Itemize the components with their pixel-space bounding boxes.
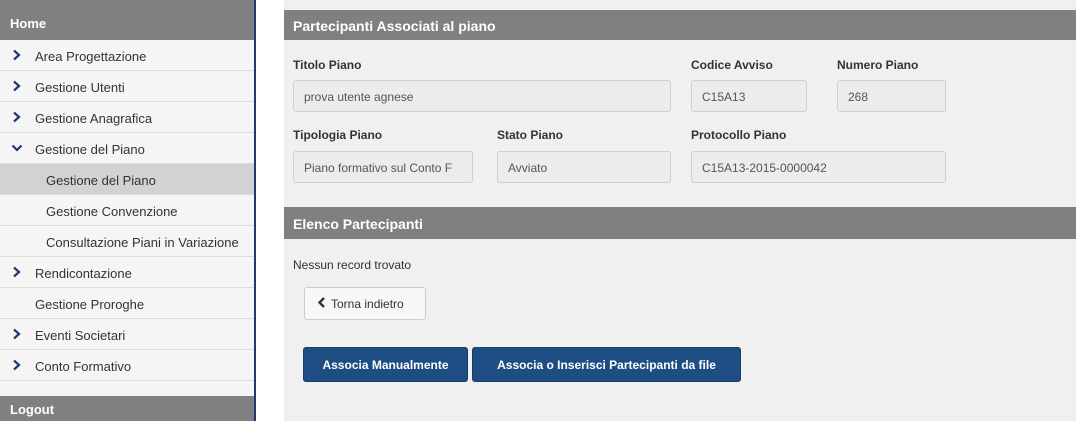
chevron-right-icon: [11, 359, 23, 371]
sidebar-item-rendicontazione[interactable]: Rendicontazione: [0, 257, 254, 288]
sidebar-subitem-gestione-convenzione[interactable]: Gestione Convenzione: [0, 195, 254, 226]
chevron-right-icon: [11, 49, 23, 61]
titolo-piano-label: Titolo Piano: [293, 58, 362, 72]
stato-piano-field: Avviato: [497, 151, 671, 183]
sidebar-item-area-progettazione[interactable]: Area Progettazione: [0, 40, 254, 71]
sidebar-logout[interactable]: Logout: [0, 396, 254, 421]
codice-avviso-label: Codice Avviso: [691, 58, 773, 72]
sidebar-item-gestione-utenti[interactable]: Gestione Utenti: [0, 71, 254, 102]
sidebar-item-label: Eventi Societari: [35, 328, 126, 343]
protocollo-piano-label: Protocollo Piano: [691, 128, 787, 142]
back-button-label: Torna indietro: [331, 297, 404, 311]
chevron-right-icon: [11, 80, 23, 92]
sidebar-item-gestione-proroghe[interactable]: Gestione Proroghe: [0, 288, 254, 319]
sidebar-item-label: Gestione del Piano: [46, 173, 156, 188]
associa-manualmente-button[interactable]: Associa Manualmente: [303, 347, 468, 382]
sidebar-item-label: Gestione Convenzione: [46, 204, 178, 219]
sidebar-item-label: Conto Formativo: [35, 359, 132, 374]
sidebar-home[interactable]: Home: [0, 0, 254, 40]
sidebar-item-label: Rendicontazione: [35, 266, 132, 281]
page-title: Partecipanti Associati al piano: [284, 10, 1076, 40]
sidebar-item-label: Gestione Proroghe: [35, 297, 145, 312]
sidebar-item-eventi-societari[interactable]: Eventi Societari: [0, 319, 254, 350]
codice-avviso-field: C15A13: [691, 80, 807, 112]
protocollo-piano-field: C15A13-2015-0000042: [691, 151, 946, 183]
sidebar-item-label: Area Progettazione: [35, 49, 147, 64]
main-panel: Partecipanti Associati al piano Titolo P…: [284, 0, 1076, 421]
stato-piano-label: Stato Piano: [497, 128, 564, 142]
chevron-down-icon: [11, 142, 23, 154]
chevron-right-icon: [11, 111, 23, 123]
participants-header: Elenco Partecipanti: [284, 207, 1076, 239]
sidebar-item-label: Gestione del Piano: [35, 142, 145, 157]
back-button[interactable]: Torna indietro: [304, 287, 426, 320]
empty-message: Nessun record trovato: [293, 258, 412, 272]
numero-piano-field: 268: [837, 80, 946, 112]
chevron-left-icon: [317, 296, 326, 311]
sidebar-subitem-consultazione-piani[interactable]: Consultazione Piani in Variazione: [0, 226, 254, 257]
sidebar-subitem-gestione-del-piano[interactable]: Gestione del Piano: [0, 164, 254, 195]
sidebar-item-conto-formativo[interactable]: Conto Formativo: [0, 350, 254, 381]
sidebar-item-label: Gestione Utenti: [35, 80, 125, 95]
tipologia-piano-field: Piano formativo sul Conto F: [293, 151, 473, 183]
tipologia-piano-label: Tipologia Piano: [293, 128, 383, 142]
sidebar-item-gestione-del-piano[interactable]: Gestione del Piano: [0, 133, 254, 164]
titolo-piano-field: prova utente agnese: [293, 80, 671, 112]
numero-piano-label: Numero Piano: [837, 58, 919, 72]
sidebar-item-gestione-anagrafica[interactable]: Gestione Anagrafica: [0, 102, 254, 133]
sidebar-item-label: Gestione Anagrafica: [35, 111, 153, 126]
sidebar: Home Area Progettazione Gestione Utenti …: [0, 0, 256, 421]
chevron-right-icon: [11, 328, 23, 340]
chevron-right-icon: [11, 266, 23, 278]
sidebar-item-label: Consultazione Piani in Variazione: [46, 235, 239, 250]
associa-da-file-button[interactable]: Associa o Inserisci Partecipanti da file: [472, 347, 741, 382]
